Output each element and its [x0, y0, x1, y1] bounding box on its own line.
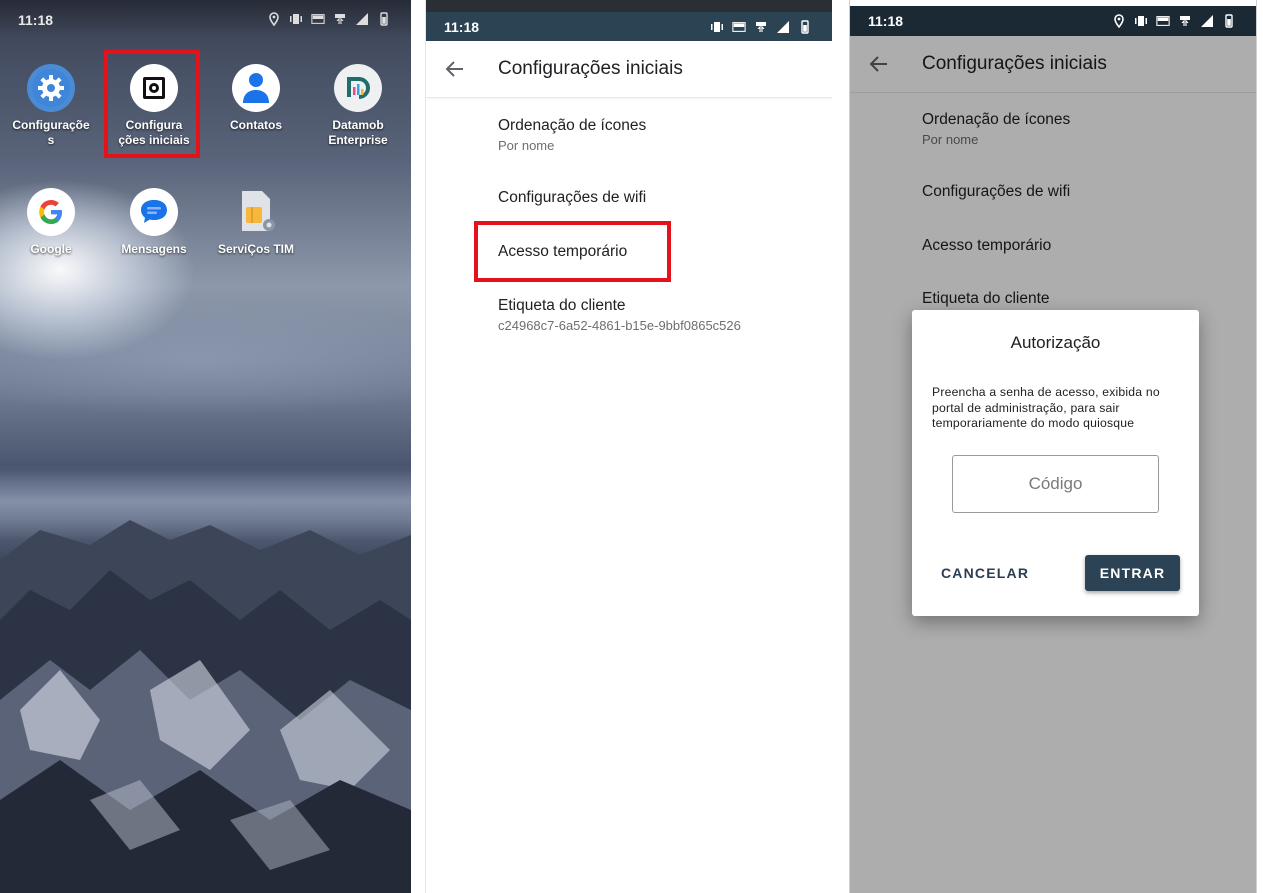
item-label: Etiqueta do cliente [498, 297, 626, 314]
status-time: 11:18 [444, 18, 480, 35]
vibrate-icon [711, 22, 723, 32]
volte-icon [732, 22, 746, 32]
volte-icon [311, 14, 325, 24]
app-label: Datamob Enterprise [328, 118, 388, 147]
signal-icon [1201, 15, 1213, 27]
page-title: Configurações iniciais [498, 58, 683, 79]
signal-icon [356, 13, 368, 25]
network-4g-icon [1180, 16, 1190, 26]
location-icon [269, 12, 279, 26]
battery-icon [1225, 14, 1233, 28]
status-bar: 11:18 [850, 6, 1256, 36]
location-icon [1114, 14, 1124, 28]
dialog-title: Autorização [1010, 333, 1101, 352]
settings-item-client-tag[interactable]: Etiqueta do cliente c24968c7-6a52-4861-b… [498, 296, 816, 335]
top-strip [426, 0, 832, 12]
volte-icon [1156, 16, 1170, 26]
vibrate-icon [1135, 16, 1147, 26]
item-label: Configurações de wifi [498, 189, 647, 206]
chat-bubble-icon [130, 188, 178, 236]
authorization-panel: 11:18 Configurações iniciais Ordenação d… [849, 0, 1257, 893]
status-bar: 11:18 [426, 12, 832, 41]
app-mensagens[interactable]: Mensagens [104, 188, 204, 257]
back-arrow-icon[interactable] [444, 58, 466, 80]
app-label: Google [30, 242, 72, 256]
network-4g-icon [335, 14, 345, 24]
app-servicos-tim[interactable]: ServiÇos TIM [206, 188, 306, 257]
datamob-icon [334, 64, 382, 112]
item-label: Ordenação de ícones [498, 117, 647, 134]
enter-button[interactable]: ENTRAR [1085, 555, 1180, 591]
battery-icon [801, 20, 809, 34]
gear-icon [27, 64, 75, 112]
status-time: 11:18 [868, 13, 904, 29]
status-bar: 11:18 [0, 0, 411, 40]
app-configuracoes[interactable]: Configuraçõe s [1, 64, 101, 148]
app-label: Contatos [230, 118, 282, 132]
network-4g-icon [756, 22, 766, 32]
sim-card-icon [232, 188, 280, 236]
dialog-message: Preencha a senha de acesso, exibida no p… [932, 385, 1160, 430]
cancel-button[interactable]: CANCELAR [932, 555, 1032, 591]
home-screen-panel: 11:18 Configuraçõe s Configura ções inic… [0, 0, 411, 893]
mountain-wallpaper [0, 520, 411, 893]
signal-icon [777, 21, 789, 33]
authorization-dialog: Autorização Preencha a senha de acesso, … [912, 310, 1199, 616]
app-label: Configuraçõe s [12, 118, 90, 147]
code-input[interactable] [952, 455, 1159, 513]
item-sublabel: Por nome [498, 138, 555, 153]
highlight-box [474, 221, 671, 282]
app-contatos[interactable]: Contatos [206, 64, 306, 133]
highlight-box [104, 50, 200, 158]
item-sublabel: c24968c7-6a52-4861-b15e-9bbf0865c526 [498, 318, 741, 333]
vibrate-icon [290, 14, 302, 24]
google-icon [27, 188, 75, 236]
battery-icon [380, 12, 388, 26]
app-bar: Configurações iniciais [426, 41, 832, 98]
settings-item-icon-order[interactable]: Ordenação de ícones Por nome [498, 116, 816, 155]
app-datamob-enterprise[interactable]: Datamob Enterprise [308, 64, 408, 148]
app-label: ServiÇos TIM [217, 242, 295, 256]
app-google[interactable]: Google [1, 188, 101, 257]
status-time: 11:18 [18, 12, 54, 28]
person-icon [232, 64, 280, 112]
settings-panel: 11:18 Configurações iniciais Ordenação d… [425, 0, 832, 893]
app-label: Mensagens [121, 242, 187, 256]
settings-item-wifi[interactable]: Configurações de wifi [498, 188, 816, 208]
